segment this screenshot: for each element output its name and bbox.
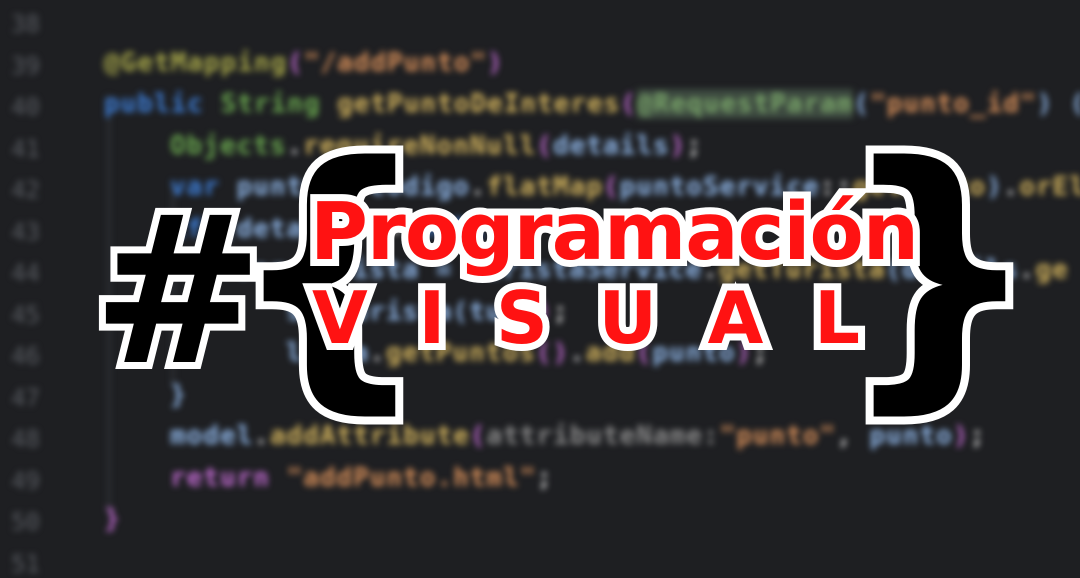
subtitle-letter: V [305,275,375,361]
subtitle-letter: I [411,275,452,361]
logo-title: Programación [303,186,926,279]
subtitle-letter: U [591,275,664,361]
programacion-visual-logo: # { } Programación V I S U A L [0,0,1080,564]
logo-subtitle: V I S U A L [305,275,867,361]
subtitle-letter: S [489,275,555,361]
subtitle-letter: L [807,275,867,361]
subtitle-letter: A [701,275,771,361]
